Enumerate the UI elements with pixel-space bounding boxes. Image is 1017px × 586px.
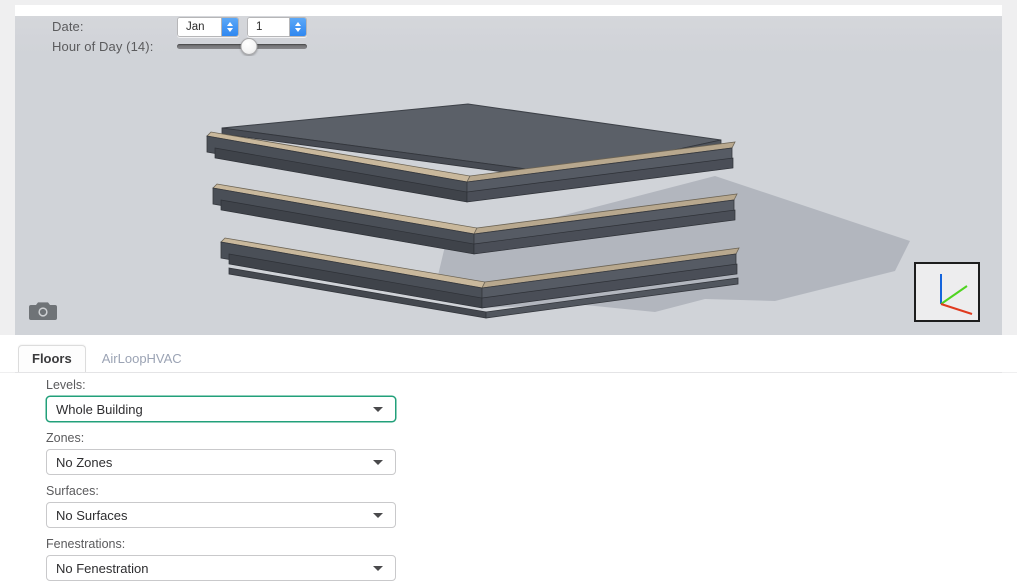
levels-field-group: Levels: Whole Building xyxy=(46,378,396,422)
date-time-control-panel: Date: Jan 1 Hour of Day (14): xyxy=(15,16,1002,56)
month-value: Jan xyxy=(178,17,221,36)
tab-bar: Floors AirLoopHVAC xyxy=(0,335,1017,373)
levels-dropdown[interactable]: Whole Building xyxy=(46,396,396,422)
day-value: 1 xyxy=(248,17,289,36)
month-decrement-arrow-icon[interactable] xyxy=(227,27,233,32)
chevron-down-icon[interactable] xyxy=(373,459,383,465)
surfaces-selected-value: No Surfaces xyxy=(56,507,128,523)
camera-snapshot-button[interactable] xyxy=(27,298,61,324)
zones-field-group: Zones: No Zones xyxy=(46,431,396,475)
hour-of-day-slider[interactable] xyxy=(177,38,307,56)
zones-dropdown[interactable]: No Zones xyxy=(46,449,396,475)
y-axis-line xyxy=(940,285,968,305)
levels-label: Levels: xyxy=(46,378,86,392)
camera-icon xyxy=(29,302,57,320)
month-stepper[interactable]: Jan xyxy=(177,16,239,37)
axis-gizmo xyxy=(914,262,980,322)
tab-floors[interactable]: Floors xyxy=(18,345,86,373)
fenestrations-label: Fenestrations: xyxy=(46,537,126,551)
zones-selected-value: No Zones xyxy=(56,454,113,470)
month-increment-arrow-icon[interactable] xyxy=(227,21,233,26)
fenestrations-selected-value: No Fenestration xyxy=(56,560,149,576)
application-window: Date: Jan 1 Hour of Day (14): Floors Air… xyxy=(0,0,1017,586)
day-stepper[interactable]: 1 xyxy=(247,16,307,37)
fenestrations-field-group: Fenestrations: No Fenestration xyxy=(46,537,396,581)
floors-settings-panel: Levels: Whole Building Zones: No Zones S… xyxy=(0,373,1017,586)
hour-of-day-label: Hour of Day (14): xyxy=(52,39,154,54)
day-stepper-arrows-icon[interactable] xyxy=(289,17,306,36)
zones-label: Zones: xyxy=(46,431,85,445)
three-d-viewport[interactable] xyxy=(15,56,1002,335)
surfaces-field-group: Surfaces: No Surfaces xyxy=(46,484,396,528)
chevron-down-icon[interactable] xyxy=(373,406,383,412)
day-decrement-arrow-icon[interactable] xyxy=(295,27,301,32)
x-axis-line xyxy=(940,303,973,315)
top-white-band xyxy=(15,5,1002,16)
day-increment-arrow-icon[interactable] xyxy=(295,21,301,26)
fenestrations-dropdown[interactable]: No Fenestration xyxy=(46,555,396,581)
levels-selected-value: Whole Building xyxy=(56,401,143,417)
surfaces-label: Surfaces: xyxy=(46,484,99,498)
date-label: Date: xyxy=(52,19,84,34)
date-row: Date: Jan 1 xyxy=(52,16,307,37)
slider-knob[interactable] xyxy=(240,38,257,55)
chevron-down-icon[interactable] xyxy=(373,565,383,571)
tab-airloophvac[interactable]: AirLoopHVAC xyxy=(88,345,196,373)
month-stepper-arrows-icon[interactable] xyxy=(221,17,238,36)
building-floor-stack-model[interactable] xyxy=(15,56,1002,335)
chevron-down-icon[interactable] xyxy=(373,512,383,518)
hour-row: Hour of Day (14): xyxy=(52,37,307,56)
surfaces-dropdown[interactable]: No Surfaces xyxy=(46,502,396,528)
